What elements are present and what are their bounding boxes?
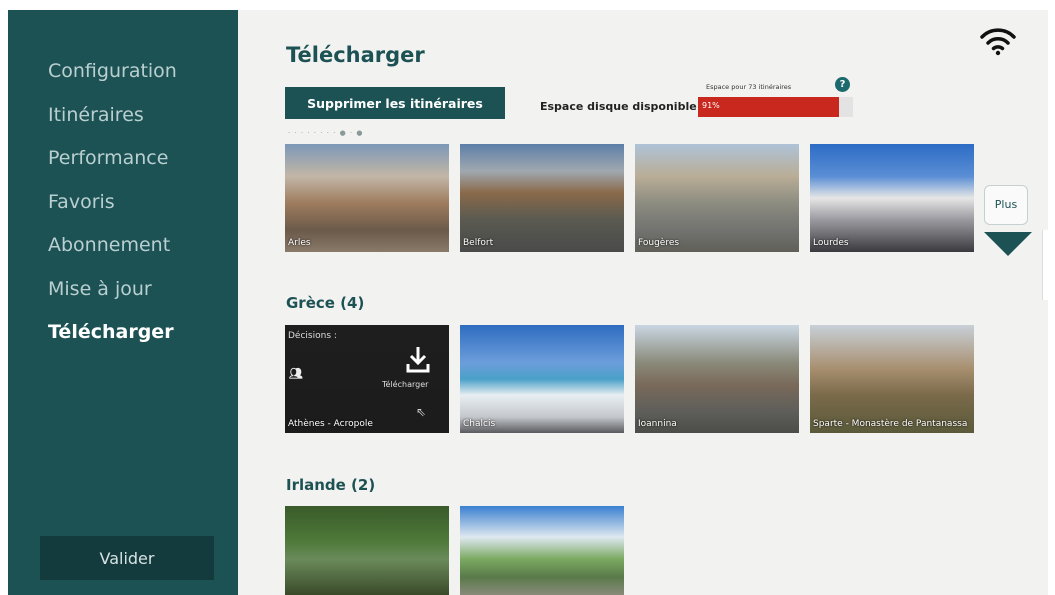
sidebar-item-mise-a-jour[interactable]: Mise à jour xyxy=(48,278,177,322)
tile-belfort[interactable]: Belfort xyxy=(460,144,624,252)
delete-itineraries-button[interactable]: Supprimer les itinéraires xyxy=(285,87,505,119)
section-title-grece: Grèce (4) xyxy=(286,294,365,312)
validate-button[interactable]: Valider xyxy=(40,536,214,580)
tile-irlande-1[interactable] xyxy=(285,506,449,595)
tile-arles[interactable]: Arles xyxy=(285,144,449,252)
carousel-dots: · · · · · · · · ● · ● xyxy=(288,129,364,137)
sidebar-menu: Configuration Itinéraires Performance Fa… xyxy=(48,60,177,365)
sidebar-item-abonnement[interactable]: Abonnement xyxy=(48,234,177,278)
tile-label: Chalcis xyxy=(463,419,496,430)
tile-fougeres[interactable]: Fougères xyxy=(635,144,799,252)
cursor-icon: ⇖ xyxy=(416,405,427,419)
page-title: Télécharger xyxy=(286,43,425,67)
tile-label: Ioannina xyxy=(638,419,677,430)
help-icon[interactable]: ? xyxy=(835,77,850,92)
disk-space-percent: 91% xyxy=(702,101,720,110)
disk-space-bar: 91% xyxy=(698,97,853,117)
tile-sparte-pantanassa[interactable]: Sparte - Monastère de Pantanassa xyxy=(810,325,974,433)
scrollbar[interactable] xyxy=(1042,230,1050,300)
tile-label: Lourdes xyxy=(813,238,849,249)
more-button[interactable]: Plus xyxy=(984,185,1028,225)
sidebar-item-favoris[interactable]: Favoris xyxy=(48,191,177,235)
tile-chalcis[interactable]: Chalcis xyxy=(460,325,624,433)
tile-athenes-acropole[interactable]: Décisions : 👥︎ Télécharger ⇖ Athènes - A… xyxy=(285,325,449,433)
space-note: Espace pour 73 itinéraires xyxy=(706,83,792,91)
main-content: Télécharger Supprimer les itinéraires Es… xyxy=(238,10,1048,595)
chevron-down-icon[interactable] xyxy=(984,232,1032,256)
tile-label: Sparte - Monastère de Pantanassa xyxy=(813,419,968,430)
wifi-icon xyxy=(980,28,1016,56)
tile-label: Athènes - Acropole xyxy=(288,419,373,430)
sidebar: Configuration Itinéraires Performance Fa… xyxy=(8,10,238,595)
sidebar-item-performance[interactable]: Performance xyxy=(48,147,177,191)
sidebar-item-itineraires[interactable]: Itinéraires xyxy=(48,104,177,148)
decisions-label: Décisions : xyxy=(288,331,337,341)
tile-label: Belfort xyxy=(463,238,494,249)
tile-ioannina[interactable]: Ioannina xyxy=(635,325,799,433)
sidebar-item-telecharger[interactable]: Télécharger xyxy=(48,321,177,365)
app-window: Configuration Itinéraires Performance Fa… xyxy=(8,10,1048,595)
disk-space-label: Espace disque disponible : xyxy=(540,100,705,113)
tile-label: Arles xyxy=(288,238,311,249)
tile-label: Fougères xyxy=(638,238,680,249)
download-icon[interactable] xyxy=(405,345,431,375)
tile-irlande-2[interactable] xyxy=(460,506,624,595)
people-icon: 👥︎ xyxy=(289,367,303,380)
sidebar-item-configuration[interactable]: Configuration xyxy=(48,60,177,104)
download-label[interactable]: Télécharger xyxy=(382,380,428,389)
section-title-irlande: Irlande (2) xyxy=(286,476,376,494)
tile-lourdes[interactable]: Lourdes xyxy=(810,144,974,252)
